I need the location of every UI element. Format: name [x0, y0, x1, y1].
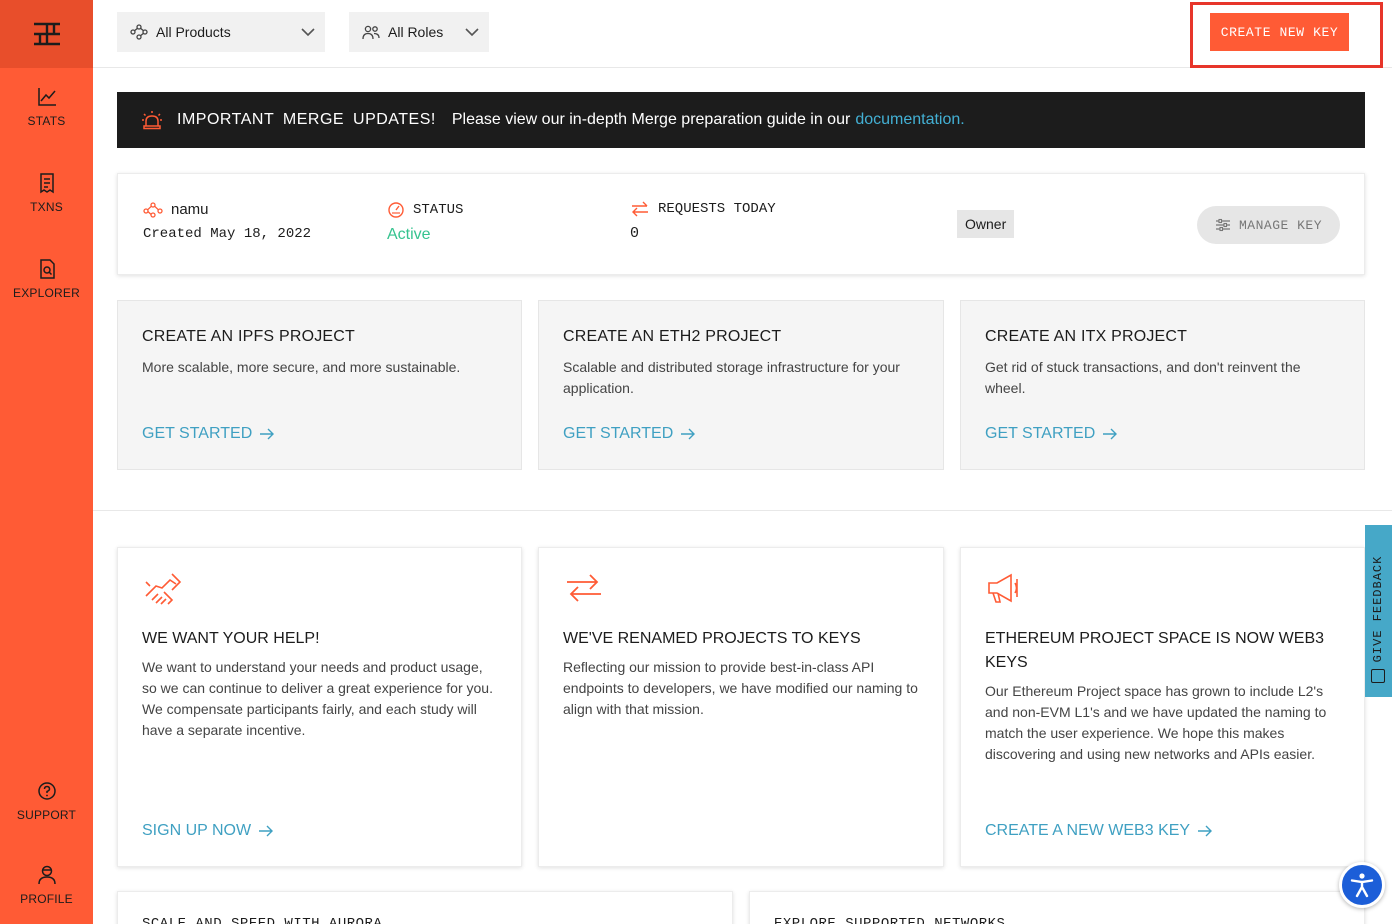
network-icon: [130, 24, 148, 40]
cta-label: GET STARTED: [563, 425, 674, 442]
ipfs-project-card: CREATE AN IPFS PROJECT More scalable, mo…: [117, 300, 522, 470]
card-title: CREATE AN IPFS PROJECT: [142, 328, 356, 345]
sidebar-item-support[interactable]: SUPPORT: [0, 780, 93, 822]
card-title: ETHEREUM PROJECT SPACE IS NOW WEB3 KEYS: [985, 630, 1325, 671]
sidebar-item-stats[interactable]: STATS: [0, 86, 93, 128]
edit-icon: [1371, 669, 1385, 683]
card-title: CREATE AN ITX PROJECT: [985, 328, 1188, 345]
status-label: STATUS: [413, 202, 464, 218]
requests-label: REQUESTS TODAY: [658, 201, 776, 217]
network-icon: [143, 201, 163, 218]
arrow-right-icon: [259, 825, 274, 837]
products-select[interactable]: All Products: [117, 12, 325, 52]
aurora-card: SCALE AND SPEED WITH AURORA: [117, 891, 733, 924]
card-title: WE'VE RENAMED PROJECTS TO KEYS: [563, 630, 861, 647]
card-description: We want to understand your needs and pro…: [142, 659, 493, 738]
card-description: Our Ethereum Project space has grown to …: [985, 683, 1327, 762]
logo-icon: [33, 22, 60, 46]
gauge-icon: [388, 202, 404, 218]
accessibility-icon: [1350, 873, 1374, 898]
merge-banner: IMPORTANT MERGE UPDATES! Please view our…: [117, 92, 1365, 148]
products-select-value: All Products: [156, 24, 231, 40]
status-value: Active: [387, 226, 431, 243]
sidebar-item-explorer[interactable]: EXPLORER: [0, 258, 93, 300]
card-title: CREATE AN ETH2 PROJECT: [563, 328, 782, 345]
sidebar-item-label: EXPLORER: [13, 286, 80, 300]
sidebar-item-label: STATS: [27, 114, 66, 128]
banner-message: Please view our in-depth Merge preparati…: [451, 111, 851, 128]
section-divider: [93, 510, 1392, 511]
arrow-right-icon: [1103, 428, 1118, 440]
manage-key-button[interactable]: MANAGE KEY: [1197, 206, 1340, 244]
user-icon: [37, 865, 56, 885]
help-card: WE WANT YOUR HELP! We want to understand…: [117, 547, 522, 867]
chart-line-icon: [37, 88, 56, 106]
cta-label: GET STARTED: [142, 425, 253, 442]
file-search-icon: [39, 259, 55, 279]
sidebar-item-label: PROFILE: [20, 892, 73, 906]
card-title: WE WANT YOUR HELP!: [142, 630, 320, 647]
chevron-down-icon: [465, 28, 479, 37]
role-badge: Owner: [957, 210, 1015, 238]
cta-label: GET STARTED: [985, 425, 1096, 442]
key-card: namu Created May 18, 2022 STATUS Active …: [117, 173, 1365, 275]
arrow-right-icon: [1198, 825, 1213, 837]
key-requests-block: REQUESTS TODAY 0: [630, 201, 776, 242]
supported-networks-card: EXPLORE SUPPORTED NETWORKS: [749, 891, 1365, 924]
question-circle-icon: [37, 782, 56, 800]
create-new-key-button[interactable]: CREATE NEW KEY: [1210, 13, 1349, 51]
accessibility-button[interactable]: [1339, 862, 1385, 908]
card-description: Get rid of stuck transactions, and don't…: [985, 359, 1301, 396]
users-icon: [362, 25, 380, 40]
arrow-right-icon: [681, 428, 696, 440]
alarm-icon: [142, 111, 162, 130]
transfer-icon: [567, 574, 601, 602]
banner-important: IMPORTANT MERGE UPDATES!: [177, 111, 436, 128]
transfer-icon: [632, 201, 648, 217]
get-started-link[interactable]: GET STARTED: [563, 425, 696, 443]
megaphone-icon: [988, 573, 1018, 603]
chevron-down-icon: [301, 28, 315, 37]
sidebar: STATS TXNS EXPLORER SUPPORT PROFILE: [0, 0, 93, 924]
roles-select-value: All Roles: [388, 24, 444, 40]
roles-select[interactable]: All Roles: [349, 12, 489, 52]
arrow-right-icon: [260, 428, 275, 440]
card-description: More scalable, more secure, and more sus…: [142, 359, 461, 375]
feedback-label: GIVE FEEDBACK: [1371, 555, 1385, 663]
sidebar-item-label: SUPPORT: [16, 808, 77, 822]
get-started-link[interactable]: GET STARTED: [142, 425, 275, 443]
key-status-block: STATUS Active: [387, 201, 463, 244]
sidebar-item-profile[interactable]: PROFILE: [0, 864, 93, 906]
get-started-link[interactable]: GET STARTED: [985, 425, 1118, 443]
receipt-icon: [39, 173, 54, 194]
logo[interactable]: [0, 0, 93, 68]
create-web3-key-link[interactable]: CREATE A NEW WEB3 KEY: [985, 822, 1213, 840]
give-feedback-tab[interactable]: GIVE FEEDBACK: [1365, 525, 1392, 697]
sign-up-now-link[interactable]: SIGN UP NOW: [142, 822, 274, 840]
renamed-projects-card: WE'VE RENAMED PROJECTS TO KEYS Reflectin…: [538, 547, 944, 867]
sidebar-item-txns[interactable]: TXNS: [0, 172, 93, 214]
sidebar-item-label: TXNS: [30, 200, 63, 214]
cta-label: SIGN UP NOW: [142, 822, 252, 839]
handshake-icon: [145, 573, 182, 605]
manage-key-label: MANAGE KEY: [1238, 217, 1322, 233]
itx-project-card: CREATE AN ITX PROJECT Get rid of stuck t…: [960, 300, 1365, 470]
key-name-block: namu Created May 18, 2022: [143, 201, 311, 242]
top-bar: All Products All Roles CREATE NEW KEY: [93, 0, 1392, 68]
cta-label: CREATE A NEW WEB3 KEY: [985, 822, 1191, 839]
sliders-icon: [1215, 218, 1230, 232]
card-description: Scalable and distributed storage infrast…: [563, 359, 900, 396]
requests-value: 0: [630, 225, 640, 242]
key-name[interactable]: namu: [171, 201, 209, 218]
eth2-project-card: CREATE AN ETH2 PROJECT Scalable and dist…: [538, 300, 944, 470]
key-created-date: Created May 18, 2022: [143, 226, 312, 242]
documentation-link[interactable]: documentation.: [855, 111, 964, 129]
web3-keys-card: ETHEREUM PROJECT SPACE IS NOW WEB3 KEYS …: [960, 547, 1365, 867]
card-description: Reflecting our mission to provide best-i…: [563, 659, 918, 717]
